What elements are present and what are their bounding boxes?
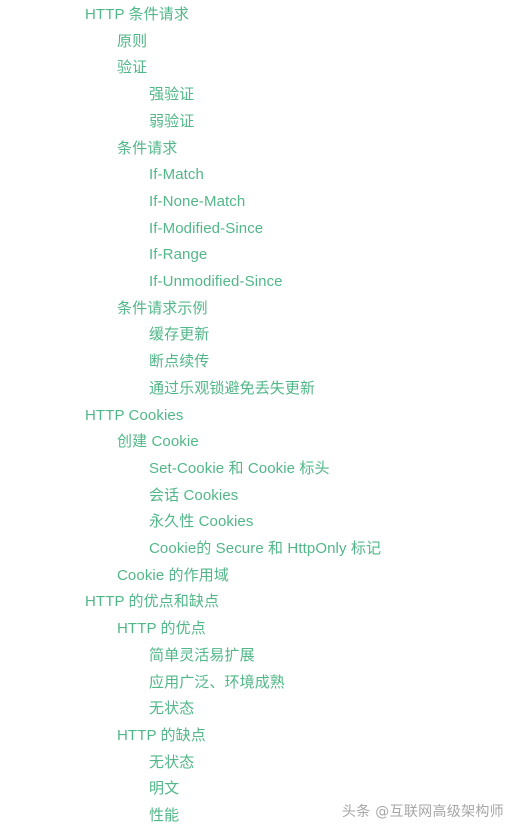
toc-link[interactable]: 会话 Cookies <box>0 483 516 510</box>
toc-link[interactable]: Set-Cookie 和 Cookie 标头 <box>0 456 516 483</box>
toc-link[interactable]: HTTP Cookies <box>0 403 516 430</box>
toc-link[interactable]: 缓存更新 <box>0 322 516 349</box>
toc-link[interactable]: If-Unmodified-Since <box>0 269 516 296</box>
toc-link[interactable]: If-Modified-Since <box>0 216 516 243</box>
toc-link[interactable]: 条件请求 <box>0 136 516 163</box>
toc-link[interactable]: 原则 <box>0 29 516 56</box>
toc-link[interactable]: HTTP 的优点 <box>0 616 516 643</box>
toc-link[interactable]: 无状态 <box>0 750 516 777</box>
toc-link[interactable]: 简单灵活易扩展 <box>0 643 516 670</box>
toc-link[interactable]: 条件请求示例 <box>0 296 516 323</box>
toc-link[interactable]: 弱验证 <box>0 109 516 136</box>
toc-link[interactable]: HTTP 的缺点 <box>0 723 516 750</box>
toc-link[interactable]: 强验证 <box>0 82 516 109</box>
toc-link[interactable]: 断点续传 <box>0 349 516 376</box>
toc-link[interactable]: If-Range <box>0 242 516 269</box>
toc-link[interactable]: 明文 <box>0 776 516 803</box>
toc-link[interactable]: Cookie 的作用域 <box>0 563 516 590</box>
toc-link[interactable]: 创建 Cookie <box>0 429 516 456</box>
toc-link[interactable]: HTTP 的优点和缺点 <box>0 589 516 616</box>
toc-link[interactable]: If-None-Match <box>0 189 516 216</box>
toc-link[interactable]: 应用广泛、环境成熟 <box>0 670 516 697</box>
toc-link[interactable]: 永久性 Cookies <box>0 509 516 536</box>
table-of-contents: HTTP 条件请求 原则 验证 强验证 弱验证 条件请求 If-Match If-None-M… <box>0 0 516 830</box>
toc-link[interactable]: HTTP 条件请求 <box>0 2 516 29</box>
toc-link[interactable]: 通过乐观锁避免丢失更新 <box>0 376 516 403</box>
toc-link[interactable]: If-Match <box>0 162 516 189</box>
toc-link[interactable]: 验证 <box>0 55 516 82</box>
toc-link[interactable]: 无状态 <box>0 696 516 723</box>
toc-link[interactable]: Cookie的 Secure 和 HttpOnly 标记 <box>0 536 516 563</box>
watermark: 头条 @互联网高级架构师 <box>341 804 504 820</box>
